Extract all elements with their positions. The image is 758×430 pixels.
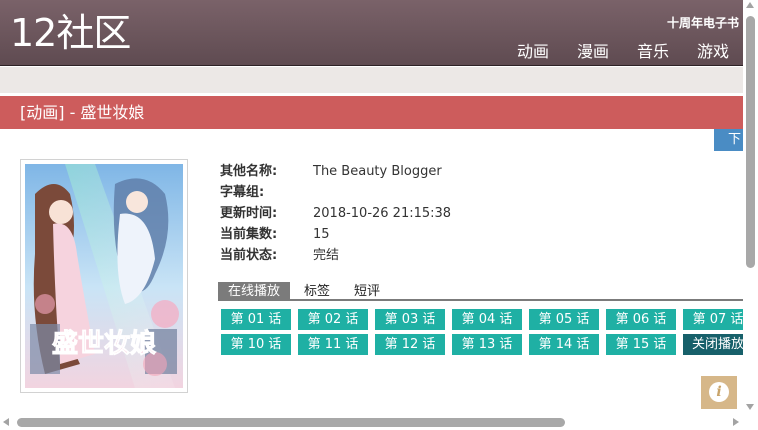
poster-image: 盛世妆娘 xyxy=(20,159,188,393)
site-header: 12社区 十周年电子书 动画 漫画 音乐 游戏 xyxy=(0,0,743,66)
ebook-link[interactable]: 十周年电子书 xyxy=(667,14,739,31)
episode-button-06[interactable]: 第 06 话 xyxy=(606,309,676,330)
main-nav: 动画 漫画 音乐 游戏 xyxy=(517,38,743,62)
vertical-scrollbar[interactable] xyxy=(743,0,758,415)
episode-button-02[interactable]: 第 02 话 xyxy=(298,309,368,330)
nav-item-games[interactable]: 游戏 xyxy=(697,38,729,62)
tab-short-reviews[interactable]: 短评 xyxy=(344,282,390,301)
scroll-up-arrow-icon[interactable] xyxy=(746,2,754,8)
info-row-other-name: 其他名称: The Beauty Blogger xyxy=(220,163,451,184)
episode-button-10[interactable]: 第 10 话 xyxy=(221,334,291,355)
info-icon: i xyxy=(709,382,729,402)
episode-button-05[interactable]: 第 05 话 xyxy=(529,309,599,330)
page-title: [动画] - 盛世妆娘 xyxy=(0,96,743,129)
nav-item-music[interactable]: 音乐 xyxy=(637,38,669,62)
episode-button-07[interactable]: 第 07 话 xyxy=(683,309,743,330)
info-value: 完结 xyxy=(313,248,340,263)
sub-header-strip xyxy=(0,67,743,93)
horizontal-scrollbar[interactable] xyxy=(0,415,743,430)
info-row-status: 当前状态: 完结 xyxy=(220,247,451,268)
page-viewport: 12社区 十周年电子书 动画 漫画 音乐 游戏 [动画] - 盛世妆娘 下 盛世… xyxy=(0,0,743,415)
info-row-episode-count: 当前集数: 15 xyxy=(220,226,451,247)
episode-button-15[interactable]: 第 15 话 xyxy=(606,334,676,355)
info-row-subtitle-group: 字幕组: xyxy=(220,184,451,205)
info-row-update-time: 更新时间: 2018-10-26 21:15:38 xyxy=(220,205,451,226)
episode-button-01[interactable]: 第 01 话 xyxy=(221,309,291,330)
close-player-button[interactable]: 关闭播放 xyxy=(683,334,743,355)
scroll-right-arrow-icon[interactable] xyxy=(733,418,739,426)
episode-button-13[interactable]: 第 13 话 xyxy=(452,334,522,355)
info-label: 更新时间: xyxy=(220,206,278,221)
info-label: 当前状态: xyxy=(220,248,278,263)
episode-button-14[interactable]: 第 14 话 xyxy=(529,334,599,355)
info-panel: 其他名称: The Beauty Blogger 字幕组: 更新时间: 2018… xyxy=(220,163,451,268)
info-value: 2018-10-26 21:15:38 xyxy=(313,206,452,221)
episode-button-12[interactable]: 第 12 话 xyxy=(375,334,445,355)
scroll-left-arrow-icon[interactable] xyxy=(3,418,9,426)
info-value: The Beauty Blogger xyxy=(313,164,442,179)
info-label: 其他名称: xyxy=(220,164,278,179)
content-tabs: 在线播放 标签 短评 xyxy=(218,282,743,301)
scrollbar-corner xyxy=(743,415,758,430)
episode-button-04[interactable]: 第 04 话 xyxy=(452,309,522,330)
episode-button-03[interactable]: 第 03 话 xyxy=(375,309,445,330)
scroll-down-arrow-icon[interactable] xyxy=(746,404,754,410)
info-label: 字幕组: xyxy=(220,185,265,200)
site-logo[interactable]: 12社区 xyxy=(10,14,131,52)
vertical-scroll-thumb[interactable] xyxy=(746,16,755,268)
tab-online-play[interactable]: 在线播放 xyxy=(218,282,291,301)
nav-item-anime[interactable]: 动画 xyxy=(517,38,549,62)
nav-item-manga[interactable]: 漫画 xyxy=(577,38,609,62)
poster-title: 盛世妆娘 xyxy=(52,328,156,359)
episode-button-11[interactable]: 第 11 话 xyxy=(298,334,368,355)
floating-info-button[interactable]: i xyxy=(701,376,737,409)
tab-tags[interactable]: 标签 xyxy=(294,282,340,301)
info-label: 当前集数: xyxy=(220,227,278,242)
info-value: 15 xyxy=(313,227,330,242)
horizontal-scroll-thumb[interactable] xyxy=(17,418,565,427)
poster-art: 盛世妆娘 xyxy=(25,164,183,388)
download-button[interactable]: 下 xyxy=(714,129,743,151)
